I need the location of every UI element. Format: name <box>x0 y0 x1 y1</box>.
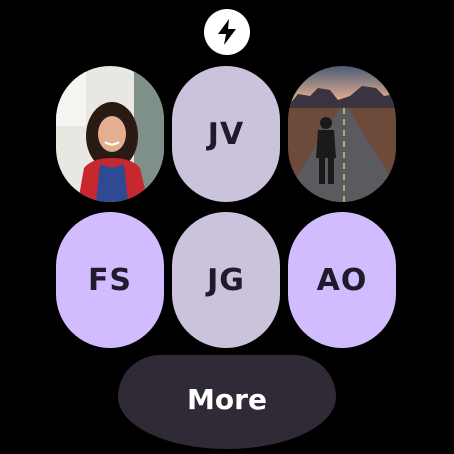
contact-initials: JV <box>207 116 245 152</box>
contact-initials: AO <box>316 262 368 298</box>
contact-photo-road[interactable] <box>288 66 396 202</box>
contact-jg[interactable]: JG <box>172 212 280 348</box>
contact-jv[interactable]: JV <box>172 66 280 202</box>
contact-initials: JG <box>207 262 245 298</box>
contact-photo-woman[interactable] <box>56 66 164 202</box>
contact-initials: FS <box>87 262 133 298</box>
person-on-desert-road-photo <box>288 66 396 202</box>
quick-action-button[interactable] <box>204 9 250 55</box>
woman-smiling-photo <box>56 66 164 202</box>
lightning-bolt-icon <box>218 19 236 45</box>
more-button[interactable]: More <box>118 355 336 449</box>
contact-ao[interactable]: AO <box>288 212 396 348</box>
more-button-label: More <box>187 382 267 416</box>
contact-fs[interactable]: FS <box>56 212 164 348</box>
